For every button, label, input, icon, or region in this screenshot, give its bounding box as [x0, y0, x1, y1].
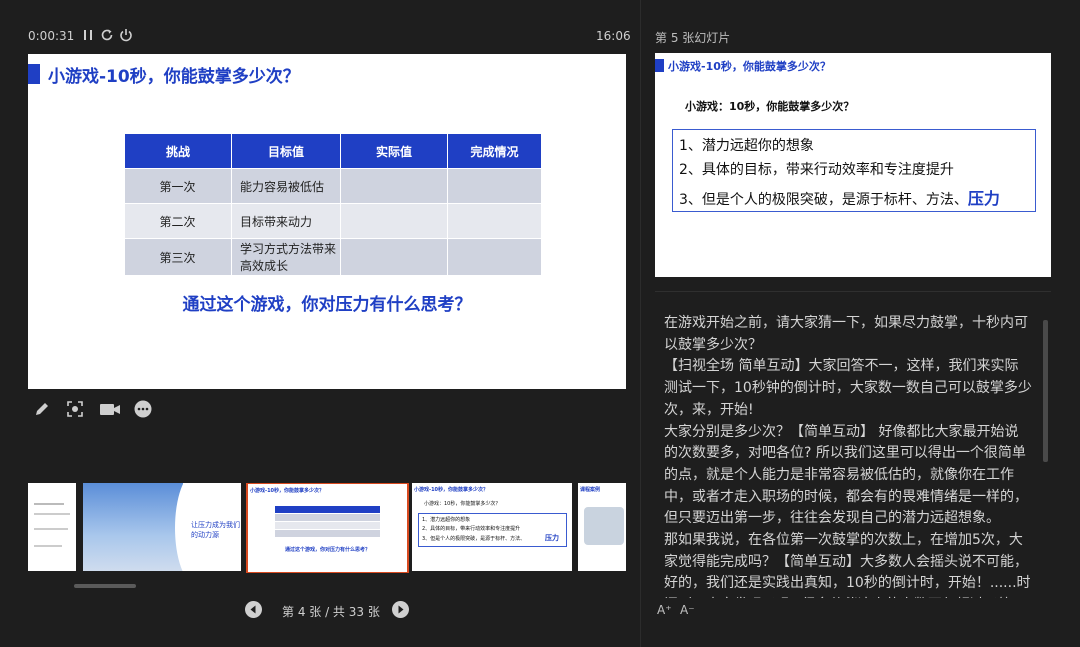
preview-emphasis: 压力	[967, 189, 1000, 208]
pager: 第 4 张 / 共 33 张	[245, 600, 415, 620]
camera-icon[interactable]	[99, 400, 120, 418]
table-header: 完成情况	[447, 133, 542, 169]
more-icon[interactable]	[134, 400, 154, 418]
preview-point: 2、具体的目标，带来行动效率和专注度提升	[679, 162, 954, 178]
thumbnail-question: 通过这个游戏，你对压力有什么思考？	[284, 547, 370, 553]
notes-paragraph: 在游戏开始之前，请大家猜一下，如果尽力鼓掌，十秒内可以鼓掌多少次？	[664, 315, 1028, 353]
panel-divider	[640, 0, 641, 647]
thumbnail-line: 2、具体的目标，带来行动效率和专注度提升	[422, 526, 521, 532]
table-cell	[340, 238, 448, 276]
title-accent-bar	[655, 59, 664, 72]
table-header: 实际值	[340, 133, 448, 169]
table-row: 第一次 能力容易被低估	[124, 168, 542, 204]
thumbnail-slide-6[interactable]: 课程案例	[578, 483, 626, 571]
table-cell	[447, 238, 542, 276]
thumbnail-slide-2[interactable]: 让压力成为我们的动力源	[83, 483, 241, 571]
thumbnail-line: 3、但是个人的极限突破，是源于标杆、方法、	[422, 536, 526, 542]
preview-subtitle: 小游戏：10秒，你能鼓掌多少次？	[685, 100, 855, 113]
title-accent-bar	[28, 64, 40, 84]
table-header: 挑战	[124, 133, 232, 169]
table-row: 第二次 目标带来动力	[124, 203, 542, 239]
thumbnail-slide-1[interactable]	[28, 483, 76, 571]
thumbnail-strip[interactable]: 让压力成为我们的动力源 小游戏-10秒，你能鼓掌多少次？ 通过这个游戏，你对压力…	[28, 483, 626, 573]
thumbnail-line: 1、潜力远超你的想象	[422, 517, 471, 523]
thumbnail-title: 小游戏-10秒，你能鼓掌多少次？	[414, 487, 489, 493]
notes-divider	[655, 291, 1051, 292]
thumbnail-scrollbar[interactable]	[28, 583, 626, 589]
table-cell: 第二次	[124, 203, 232, 239]
preview-point: 3、但是个人的极限突破，是源于标杆、方法、	[679, 192, 968, 208]
thumbnail-slide-4-active[interactable]: 小游戏-10秒，你能鼓掌多少次？ 通过这个游戏，你对压力有什么思考？	[246, 483, 409, 573]
thumbnail-line: 压力	[545, 534, 559, 542]
thumbnail-text: 让压力成为我们的动力源	[191, 521, 240, 539]
next-icon[interactable]	[392, 601, 409, 618]
table-cell	[340, 203, 448, 239]
pause-icon[interactable]	[80, 27, 96, 43]
thumbnail-subtitle: 小游戏：10秒，你能鼓掌多少次？	[424, 501, 501, 507]
next-slide-label: 第 5 张幻灯片	[655, 31, 731, 45]
table-cell	[447, 203, 542, 239]
thumbnail-slide-5[interactable]: 小游戏-10秒，你能鼓掌多少次？ 小游戏：10秒，你能鼓掌多少次？ 1、潜力远超…	[412, 483, 572, 571]
table-cell: 目标带来动力	[231, 203, 341, 239]
speaker-notes[interactable]: 在游戏开始之前，请大家猜一下，如果尽力鼓掌，十秒内可以鼓掌多少次？ 【扫视全场 …	[664, 313, 1032, 598]
slide-title: 小游戏-10秒，你能鼓掌多少次？	[48, 67, 300, 87]
font-decrease-button[interactable]: A⁻	[680, 603, 695, 617]
elapsed-timer: 0:00:31	[28, 29, 75, 43]
thumbnail-title: 课程案例	[580, 487, 601, 493]
table-cell	[340, 168, 448, 204]
font-increase-button[interactable]: A⁺	[657, 603, 672, 617]
table-row: 第三次 学习方式方法带来高效成长	[124, 238, 542, 276]
preview-point-row: 3、但是个人的极限突破，是源于标杆、方法、压力	[679, 185, 1000, 209]
prev-icon[interactable]	[245, 601, 262, 618]
challenge-table: 挑战 目标值 实际值 完成情况 第一次 能力容易被低估 第二次 目标带来动力 第…	[124, 133, 542, 276]
notes-paragraph: 【扫视全场 简单互动】大家回答不一，这样，我们来实际测试一下，10秒钟的倒计时，…	[664, 358, 1032, 418]
table-cell: 能力容易被低估	[231, 168, 341, 204]
page-indicator: 第 4 张 / 共 33 张	[282, 605, 380, 619]
current-slide: 小游戏-10秒，你能鼓掌多少次？ 挑战 目标值 实际值 完成情况 第一次 能力容…	[28, 54, 626, 389]
power-icon[interactable]	[118, 27, 134, 43]
preview-point: 1、潜力远超你的想象	[679, 138, 814, 154]
notes-scrollbar[interactable]	[1043, 320, 1048, 462]
slide-question: 通过这个游戏，你对压力有什么思考？	[182, 295, 472, 315]
table-cell: 第三次	[124, 238, 232, 276]
restart-icon[interactable]	[99, 27, 115, 43]
table-cell: 第一次	[124, 168, 232, 204]
table-cell: 学习方式方法带来高效成长	[231, 238, 341, 276]
table-header-row: 挑战 目标值 实际值 完成情况	[124, 133, 542, 169]
scrollbar-thumb[interactable]	[74, 584, 136, 588]
clock: 16:06	[596, 29, 631, 43]
preview-title: 小游戏-10秒，你能鼓掌多少次？	[668, 60, 831, 73]
table-cell	[447, 168, 542, 204]
next-slide-preview: 小游戏-10秒，你能鼓掌多少次？ 小游戏：10秒，你能鼓掌多少次？ 1、潜力远超…	[655, 53, 1051, 277]
preview-points-box: 1、潜力远超你的想象 2、具体的目标，带来行动效率和专注度提升 3、但是个人的极…	[672, 129, 1036, 212]
pen-icon[interactable]	[33, 400, 53, 418]
thumbnail-title: 小游戏-10秒，你能鼓掌多少次？	[250, 488, 325, 494]
notes-paragraph: 那如果我说，在各位第一次鼓掌的次数上，在增加5次，大家觉得能完成吗？【简单互动】…	[664, 532, 1031, 598]
notes-paragraph: 大家分别是多少次？【简单互动】 好像都比大家最开始说的次数要多，对吧各位? 所以…	[664, 423, 1028, 527]
focus-icon[interactable]	[66, 400, 86, 418]
table-header: 目标值	[231, 133, 341, 169]
